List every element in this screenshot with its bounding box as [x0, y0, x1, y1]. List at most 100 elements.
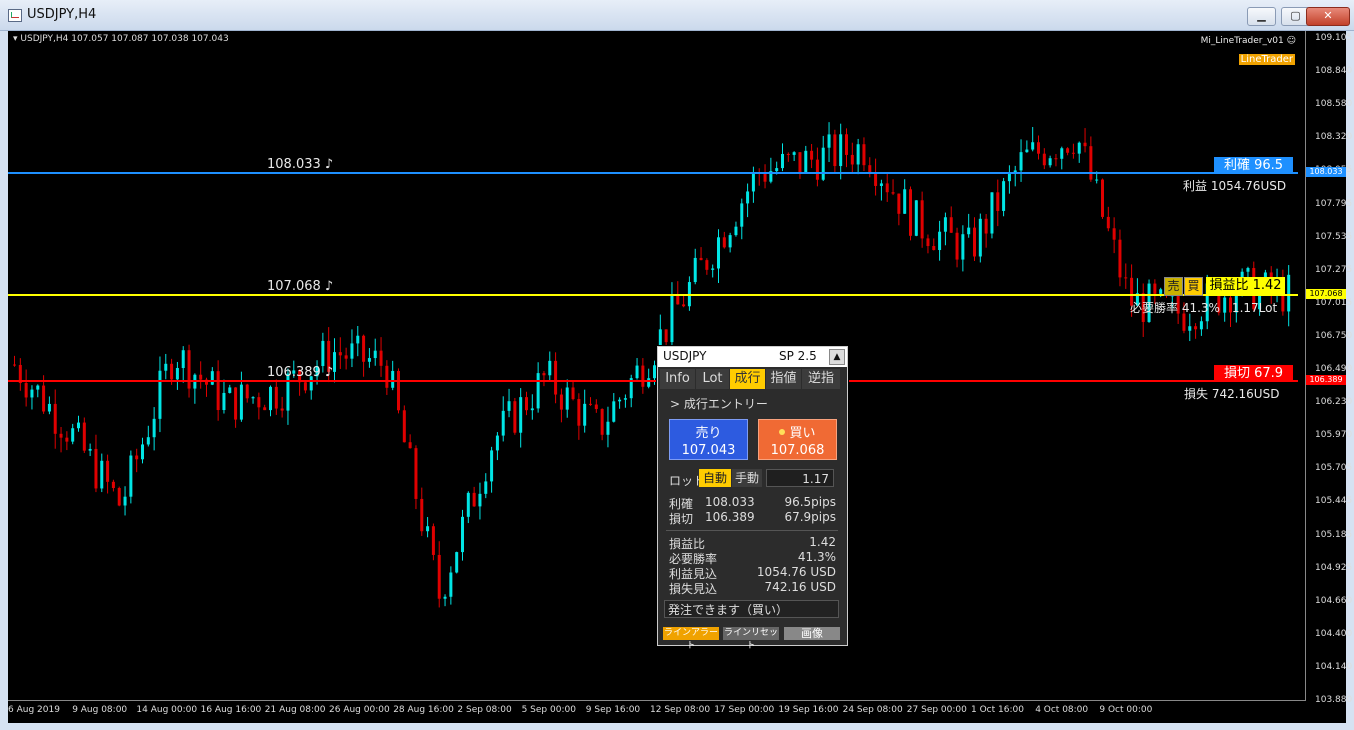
- candle-body: [705, 260, 709, 270]
- candle-body: [1118, 239, 1122, 278]
- candle-body: [653, 365, 656, 379]
- time-tick: 14 Aug 00:00: [136, 705, 198, 715]
- time-tick: 2 Sep 08:00: [457, 705, 512, 715]
- tab-info[interactable]: Info: [660, 369, 695, 389]
- candle-body: [263, 407, 267, 411]
- candle-body: [909, 189, 912, 236]
- window-title: USDJPY,H4: [27, 7, 97, 22]
- candle-body: [77, 422, 80, 429]
- buy-toggle[interactable]: 買: [1184, 277, 1203, 296]
- line-alert-button[interactable]: ラインアラート: [663, 627, 719, 651]
- candle-body: [1066, 148, 1070, 153]
- candle-body: [495, 435, 499, 451]
- line-reset-button[interactable]: ラインリセット: [723, 627, 779, 651]
- required-winrate: 必要勝率 41.3% 1.17Lot: [1130, 301, 1278, 315]
- lot-input[interactable]: 1.17: [766, 469, 834, 487]
- candle-body: [490, 450, 494, 482]
- candle-body: [1037, 142, 1040, 154]
- buy-label: 買い: [789, 426, 816, 441]
- candle-body: [100, 460, 104, 489]
- time-tick: 9 Sep 16:00: [585, 705, 641, 715]
- loss-label: 損失見込: [669, 582, 718, 596]
- candle-body: [269, 386, 272, 411]
- candle-body: [961, 234, 965, 260]
- winrate-row: 必要勝率 41.3%: [669, 550, 836, 566]
- price-tick: 104.140: [1315, 661, 1353, 672]
- tab-lot[interactable]: Lot: [696, 369, 729, 389]
- collapse-icon[interactable]: ▲: [829, 349, 845, 365]
- candle-body: [984, 218, 988, 234]
- candle-body: [117, 488, 121, 506]
- candle-body: [362, 335, 366, 362]
- candle-body: [978, 218, 982, 257]
- sl-row: 損切 106.389 67.9pips: [669, 510, 836, 526]
- candle-body: [635, 365, 639, 379]
- candle-body: [612, 401, 616, 422]
- time-tick: 17 Sep 00:00: [714, 705, 775, 715]
- candle-body: [781, 153, 784, 169]
- title-bar: USDJPY,H4 ▁ ▢ ✕: [0, 0, 1354, 31]
- tab-market[interactable]: 成行: [730, 369, 765, 389]
- candle-body: [47, 403, 51, 412]
- candle-body: [1089, 146, 1093, 180]
- candle-body: [71, 428, 75, 442]
- candle-body: [577, 399, 581, 426]
- candle-body: [373, 350, 377, 359]
- entry-price-tag: 107.068: [1306, 289, 1346, 299]
- candle-body: [82, 422, 86, 451]
- candle-body: [437, 554, 441, 599]
- candle-body: [885, 183, 889, 193]
- linetrader-badge: LineTrader: [1238, 54, 1295, 65]
- candle-body: [222, 392, 226, 411]
- candle-body: [42, 385, 46, 412]
- candle-body: [839, 134, 843, 167]
- candle-body: [996, 192, 1000, 211]
- entry-line[interactable]: [8, 294, 1298, 296]
- candle-body: [478, 493, 482, 507]
- candle-body: [333, 352, 336, 372]
- candle-body: [158, 370, 162, 419]
- price-chart[interactable]: 109.105108.840108.580108.320108.055107.7…: [8, 31, 1352, 723]
- take-profit-line[interactable]: [8, 172, 1298, 174]
- minimize-button[interactable]: ▁: [1247, 7, 1276, 26]
- candle-body: [932, 246, 936, 251]
- image-button[interactable]: 画像: [784, 627, 840, 640]
- candle-body: [548, 360, 552, 376]
- risk-reward-badge: 損益比 1.42: [1206, 277, 1285, 294]
- candle-body: [239, 384, 243, 420]
- candle-body: [501, 410, 505, 436]
- candle-body: [379, 350, 383, 366]
- candle-body: [36, 385, 40, 390]
- candle-body: [746, 191, 750, 204]
- tab-limit[interactable]: 指値: [766, 369, 801, 389]
- candle-body: [507, 401, 511, 411]
- candle-body: [676, 295, 680, 305]
- candle-body: [879, 183, 883, 186]
- candle-body: [455, 552, 459, 573]
- time-tick: 9 Aug 08:00: [72, 705, 128, 715]
- sell-button[interactable]: 売り 107.043: [669, 419, 748, 460]
- sl-price: 106.389: [705, 510, 755, 524]
- candle-body: [94, 448, 98, 489]
- close-button[interactable]: ✕: [1306, 7, 1350, 26]
- stop-loss-line[interactable]: [8, 380, 1298, 382]
- candle-body: [751, 172, 755, 192]
- candle-body: [903, 189, 907, 214]
- price-tick: 106.490: [1315, 364, 1353, 374]
- candle-body: [1188, 326, 1192, 331]
- candle-body: [536, 373, 540, 409]
- candle-body: [426, 526, 430, 532]
- lot-auto-button[interactable]: 自動: [699, 469, 731, 487]
- candle-body: [565, 387, 569, 410]
- sell-toggle[interactable]: 売: [1164, 277, 1183, 296]
- candle-body: [1182, 313, 1186, 331]
- price-tick: 105.705: [1315, 463, 1353, 474]
- lot-manual-button[interactable]: 手動: [732, 469, 762, 487]
- candle-body: [461, 516, 464, 553]
- candle-body: [24, 383, 28, 398]
- candle-body: [943, 217, 947, 232]
- buy-button[interactable]: 買い 107.068: [758, 419, 837, 460]
- chart-header: ▾ USDJPY,H4 107.057 107.087 107.038 107.…: [13, 34, 229, 44]
- tab-stop[interactable]: 逆指: [802, 369, 840, 389]
- candle-body: [1042, 153, 1046, 166]
